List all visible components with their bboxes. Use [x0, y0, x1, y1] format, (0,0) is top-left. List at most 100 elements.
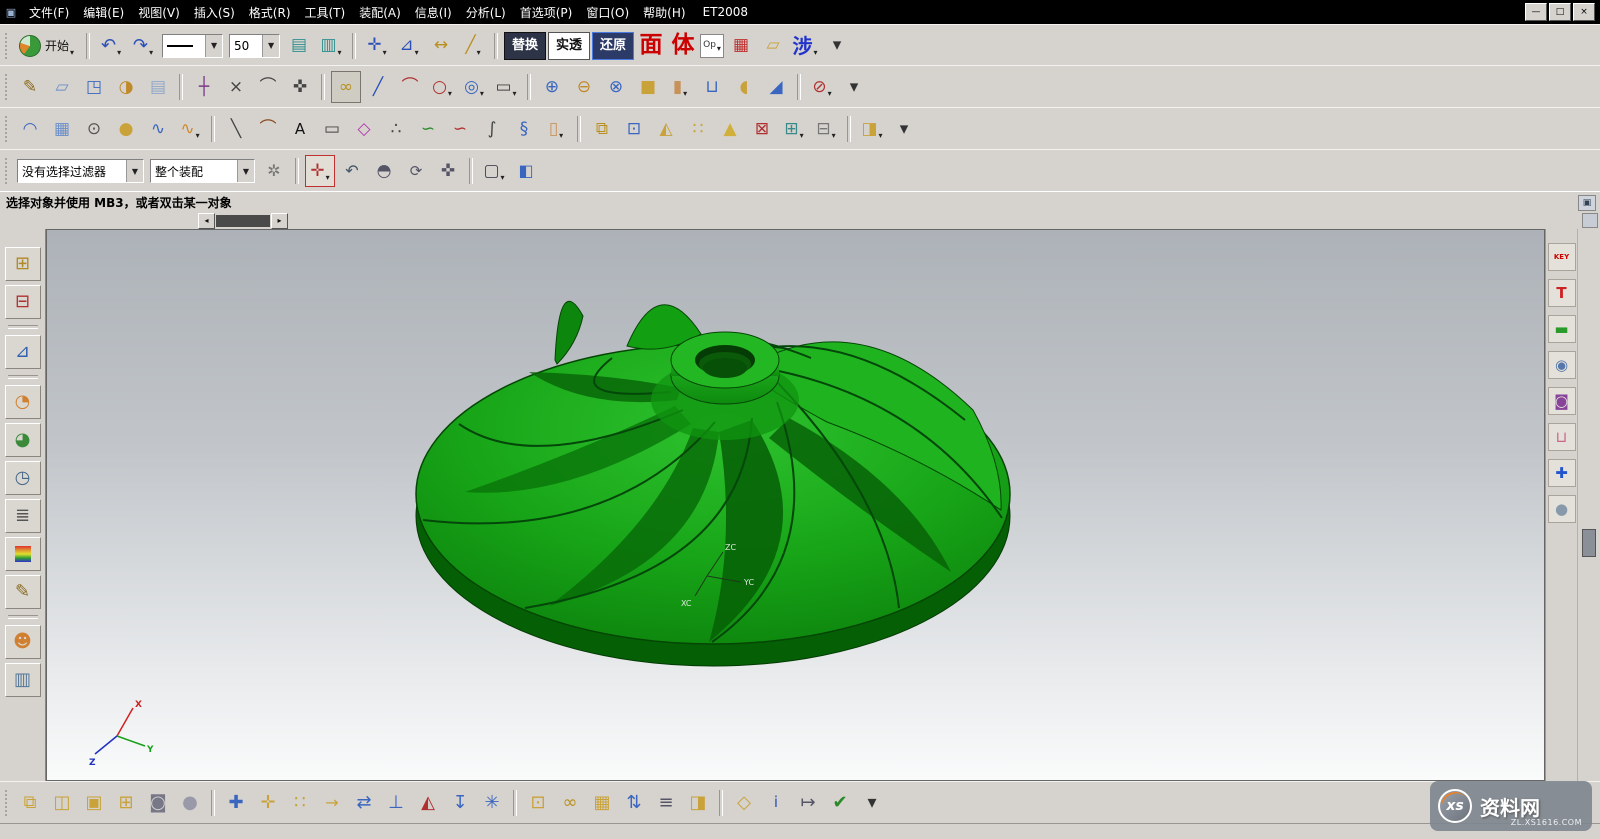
through-curves-button[interactable]: ▦: [47, 113, 77, 145]
undo-view-button[interactable]: ↶: [337, 155, 367, 187]
palettes-button[interactable]: ▥: [5, 663, 41, 697]
close-button[interactable]: ×: [1573, 3, 1595, 21]
impeller-blade-tip[interactable]: [555, 301, 583, 364]
wade-button[interactable]: 涉▾: [790, 30, 820, 62]
import-assembly-button[interactable]: ↦: [793, 786, 823, 820]
pattern-feature-button[interactable]: ∷: [683, 113, 713, 145]
mirror-feature-button[interactable]: ◭: [651, 113, 681, 145]
polygon-button[interactable]: ◇: [349, 113, 379, 145]
dropdown-caret-icon[interactable]: ▾: [717, 44, 721, 57]
dropdown-caret-icon[interactable]: ▾: [117, 48, 121, 61]
dropdown-caret-icon[interactable]: ▾: [513, 89, 517, 102]
roles-button[interactable]: ✎: [5, 575, 41, 609]
unite-button[interactable]: ⊕: [537, 71, 567, 103]
grid-component-button[interactable]: ⊞: [111, 786, 141, 820]
history-button[interactable]: ◷: [5, 461, 41, 495]
reuse-library-button[interactable]: ◔: [5, 385, 41, 419]
dropdown-caret-icon[interactable]: ▾: [559, 131, 563, 144]
pattern-component-button[interactable]: ∷: [285, 786, 315, 820]
rectangle-button[interactable]: ▭: [317, 113, 347, 145]
trim-body-button[interactable]: ⊘▾: [807, 71, 837, 103]
toolbar-handle[interactable]: [5, 790, 10, 816]
selection-filter-select[interactable]: 没有选择过滤器 ▼: [17, 159, 144, 183]
show-structure-button[interactable]: ⧉: [15, 786, 45, 820]
menu-information[interactable]: 信息(I): [408, 2, 459, 23]
dropdown-caret-icon[interactable]: ▾: [828, 89, 832, 102]
copy-face-button[interactable]: Op▾: [700, 34, 724, 58]
dropdown-caret-icon[interactable]: ▾: [814, 48, 818, 61]
menu-preferences[interactable]: 首选项(P): [513, 2, 580, 23]
spline-button[interactable]: ∫: [477, 113, 507, 145]
menu-tools[interactable]: 工具(T): [298, 2, 353, 23]
clay-model-button[interactable]: ●: [175, 786, 205, 820]
extract-geometry-button[interactable]: ⊡: [619, 113, 649, 145]
clip-window-icon[interactable]: ▣: [1578, 195, 1596, 211]
subtract-button[interactable]: ⊖: [569, 71, 599, 103]
replace-button[interactable]: 替换: [504, 32, 546, 60]
menu-file[interactable]: 文件(F): [22, 2, 76, 23]
dropdown-caret-icon[interactable]: ▾: [196, 131, 200, 144]
constraint-navigator-button[interactable]: ⊟: [5, 285, 41, 319]
undo-button[interactable]: ↶▾: [96, 30, 126, 62]
cup-button[interactable]: ⊔: [1548, 423, 1576, 451]
arrangement-button[interactable]: ⇅: [619, 786, 649, 820]
translucent-button[interactable]: 实透: [548, 32, 590, 60]
delete-body-button[interactable]: ⊠: [747, 113, 777, 145]
dropdown-caret-icon[interactable]: ▾: [383, 48, 387, 61]
palette-button[interactable]: ◙: [1548, 387, 1576, 415]
component-button[interactable]: ◫: [47, 786, 77, 820]
line-button[interactable]: ╱: [363, 71, 393, 103]
dropdown-caret-icon[interactable]: ▾: [800, 131, 804, 144]
user-tools-button[interactable]: ☻: [5, 625, 41, 659]
work-layer-select[interactable]: 50 ▼: [229, 34, 280, 58]
ruled-surface-button[interactable]: ◠: [15, 113, 45, 145]
selection-scope-select[interactable]: 整个装配 ▼: [150, 159, 255, 183]
key-button[interactable]: KEY: [1548, 243, 1576, 271]
toolbar-overflow-button[interactable]: ▾: [857, 786, 887, 820]
assembly-navigator-button[interactable]: ⊞: [5, 247, 41, 281]
shaded-view-button[interactable]: ◓: [369, 155, 399, 187]
sheet-body-button[interactable]: ▤: [143, 71, 173, 103]
replace-component-button[interactable]: ⇄: [349, 786, 379, 820]
dropdown-caret-icon[interactable]: ▾: [149, 48, 153, 61]
suppress-component-button[interactable]: ↧: [445, 786, 475, 820]
cross-tool-button[interactable]: ✚: [1548, 459, 1576, 487]
quadrant-point-button[interactable]: ✜: [285, 71, 315, 103]
verify-assembly-button[interactable]: ✔: [825, 786, 855, 820]
menu-edit[interactable]: 编辑(E): [76, 2, 131, 23]
scroll-thumb[interactable]: [216, 215, 270, 227]
toolbar-overflow-button[interactable]: ▾: [889, 113, 919, 145]
assembly-options-button[interactable]: ✲: [259, 155, 289, 187]
dropdown-caret-icon[interactable]: ▾: [448, 89, 452, 102]
tube-button[interactable]: ▯▾: [541, 113, 571, 145]
block-button[interactable]: ■: [633, 71, 663, 103]
visual-reports-button[interactable]: ▮: [5, 537, 41, 571]
arc-segment-button[interactable]: ⌒: [253, 113, 283, 145]
wave-geometry-button[interactable]: ⊡: [523, 786, 553, 820]
scroll-end-button[interactable]: [1582, 213, 1598, 228]
dropdown-caret-icon[interactable]: ▾: [832, 131, 836, 144]
snap-point-button[interactable]: ✛▾: [305, 155, 335, 187]
menu-view[interactable]: 视图(V): [131, 2, 187, 23]
measure-distance-button[interactable]: ↔: [426, 30, 456, 62]
dropdown-caret-icon[interactable]: ▾: [326, 173, 330, 186]
explode-assembly-button[interactable]: ✳: [477, 786, 507, 820]
clearance-check-button[interactable]: ◇: [729, 786, 759, 820]
sequence-button[interactable]: ≡: [651, 786, 681, 820]
bearing-button[interactable]: ◉: [1548, 351, 1576, 379]
text-button[interactable]: A: [285, 113, 315, 145]
reference-set-button[interactable]: ▦: [587, 786, 617, 820]
join-curve-button[interactable]: ∞: [331, 71, 361, 103]
move-component-button[interactable]: →: [317, 786, 347, 820]
red-block-button[interactable]: ▦: [726, 30, 756, 62]
toolbar-handle[interactable]: [5, 158, 10, 184]
datum-plane-button[interactable]: ▱: [47, 71, 77, 103]
toolbar-handle[interactable]: [5, 116, 10, 142]
restore-button[interactable]: 还原: [592, 32, 634, 60]
combo-caret-icon[interactable]: ▼: [237, 160, 254, 182]
capsule-button[interactable]: ▬: [1548, 315, 1576, 343]
horizontal-scrollbar[interactable]: ◂ ▸: [198, 213, 288, 228]
dropdown-caret-icon[interactable]: ▾: [415, 48, 419, 61]
menu-analysis[interactable]: 分析(L): [459, 2, 513, 23]
dropdown-caret-icon[interactable]: ▾: [480, 89, 484, 102]
